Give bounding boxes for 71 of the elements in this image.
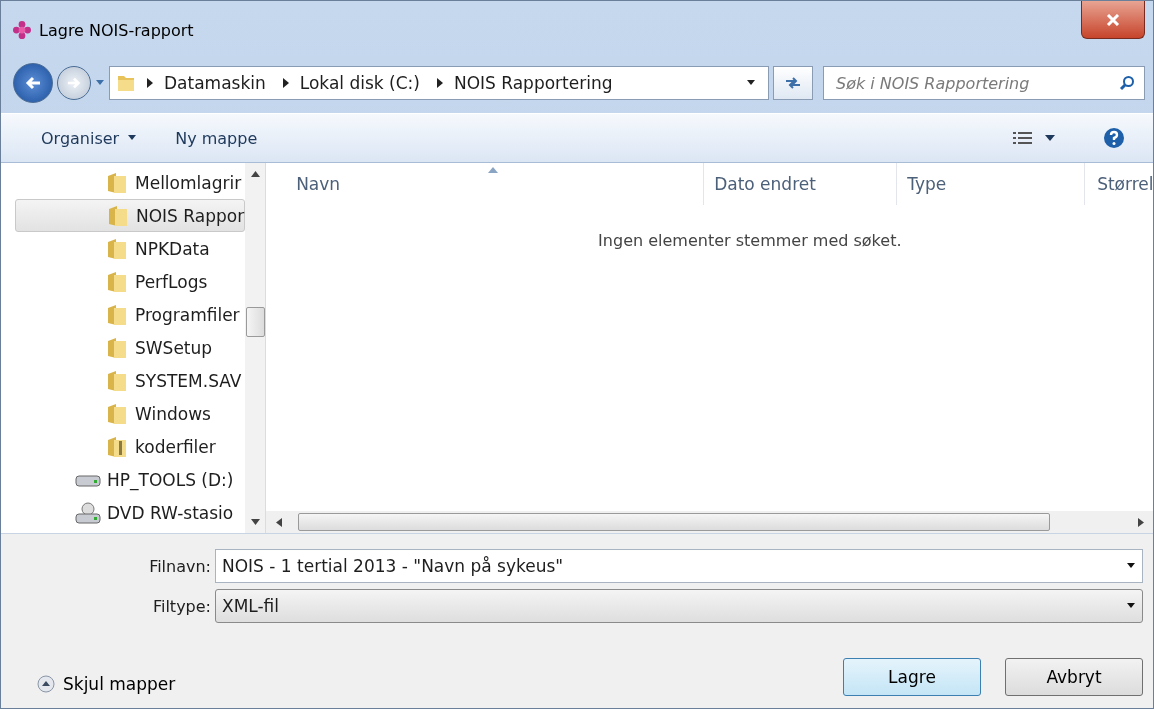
close-icon [1106,13,1120,26]
dialog-button[interactable]: Avbryt [1005,658,1143,696]
folder-icon [107,171,127,194]
folder-icon [107,336,127,359]
refresh-arrows-icon [784,76,802,90]
folder-tree-item[interactable]: NOIS Rappor [15,199,246,232]
refresh-button[interactable] [773,66,813,100]
folder-icon [107,369,127,392]
dialog-button[interactable]: Lagre [843,658,981,696]
chevron-icon [435,78,444,88]
folder-icon [107,270,127,293]
folder-tree-item[interactable]: HP_TOOLS (D:) [15,463,246,496]
help-icon[interactable] [1103,127,1125,149]
scroll-right-arrow-icon[interactable] [1137,517,1144,527]
field-label: Filtype: [151,596,212,616]
breadcrumb[interactable]: NOIS Rapportering [453,73,613,93]
folder-icon [108,204,128,227]
scroll-down-arrow-icon[interactable] [250,519,260,525]
column-header[interactable]: Dato endret [704,163,898,205]
address-bar[interactable]: Datamaskin Lokal disk (C:) NOIS Rapportering [109,66,769,100]
empty-message: Ingen elementer stemmer med søket. [597,231,903,250]
right-arrow-icon [66,76,82,90]
horizontal-scrollbar[interactable] [266,511,1153,533]
caret-icon [1126,602,1136,610]
close-button[interactable] [1081,1,1145,39]
drive-icon [75,472,101,487]
folder-icon [107,237,127,260]
folder-tree-item[interactable]: Mellomlagrir [15,166,246,199]
chevron-icon [281,78,290,88]
window-title: Lagre NOIS-rapport [39,20,194,40]
flower-icon [13,21,31,39]
organize-menu-button[interactable]: Organiser [29,124,150,152]
dropdown-caret-icon[interactable] [746,79,756,87]
up-arrow-circle-icon [37,675,55,693]
folder-tree-item[interactable]: DVD RW-stasio [15,496,246,529]
dvd-drive-icon [75,501,101,524]
column-header[interactable]: Type [897,163,1086,205]
forward-button[interactable] [57,66,91,100]
folder-tree-item[interactable]: SYSTEM.SAV [15,364,246,397]
back-button[interactable] [13,63,53,103]
new-folder-button[interactable]: Ny mappe [163,124,270,152]
scroll-thumb[interactable] [245,307,265,337]
filename-field[interactable]: NOIS - 1 tertial 2013 - "Navn på sykeus" [215,549,1143,583]
folder-icon [116,73,136,93]
scroll-left-arrow-icon[interactable] [276,517,283,527]
view-options-icon[interactable] [1013,131,1057,145]
search-field[interactable]: Søk i NOIS Rapportering [823,66,1145,100]
search-icon [1119,75,1135,91]
breadcrumb[interactable]: Datamaskin [164,73,266,93]
folder-icon [107,402,127,425]
scroll-thumb[interactable] [298,513,1050,531]
column-header[interactable]: Størrel [1085,163,1153,205]
file-type-dropdown[interactable]: XML-fil [215,589,1143,623]
sort-arrow-icon [488,167,499,173]
folder-tree-item[interactable]: koderfiler [15,430,246,463]
folder-icon [107,303,127,326]
folder-tree-item[interactable]: Programfiler [15,298,246,331]
folder-tree-item[interactable]: SWSetup [15,331,246,364]
folder-icon [107,435,127,458]
scroll-up-arrow-icon[interactable] [250,171,260,177]
chevron-icon [146,78,154,88]
breadcrumb[interactable]: Lokal disk (C:) [299,73,420,93]
folder-tree-item[interactable]: Windows [15,397,246,430]
folder-tree-item[interactable]: PerfLogs [15,265,246,298]
caret-icon [1126,562,1136,570]
hide-folders-button[interactable]: Skjul mapper [31,673,182,695]
left-arrow-icon [24,75,42,91]
field-label: Filnavn: [148,556,212,576]
caret-icon [127,134,138,142]
folder-tree-item[interactable]: NPKData [15,232,246,265]
vertical-scrollbar[interactable] [245,163,266,533]
